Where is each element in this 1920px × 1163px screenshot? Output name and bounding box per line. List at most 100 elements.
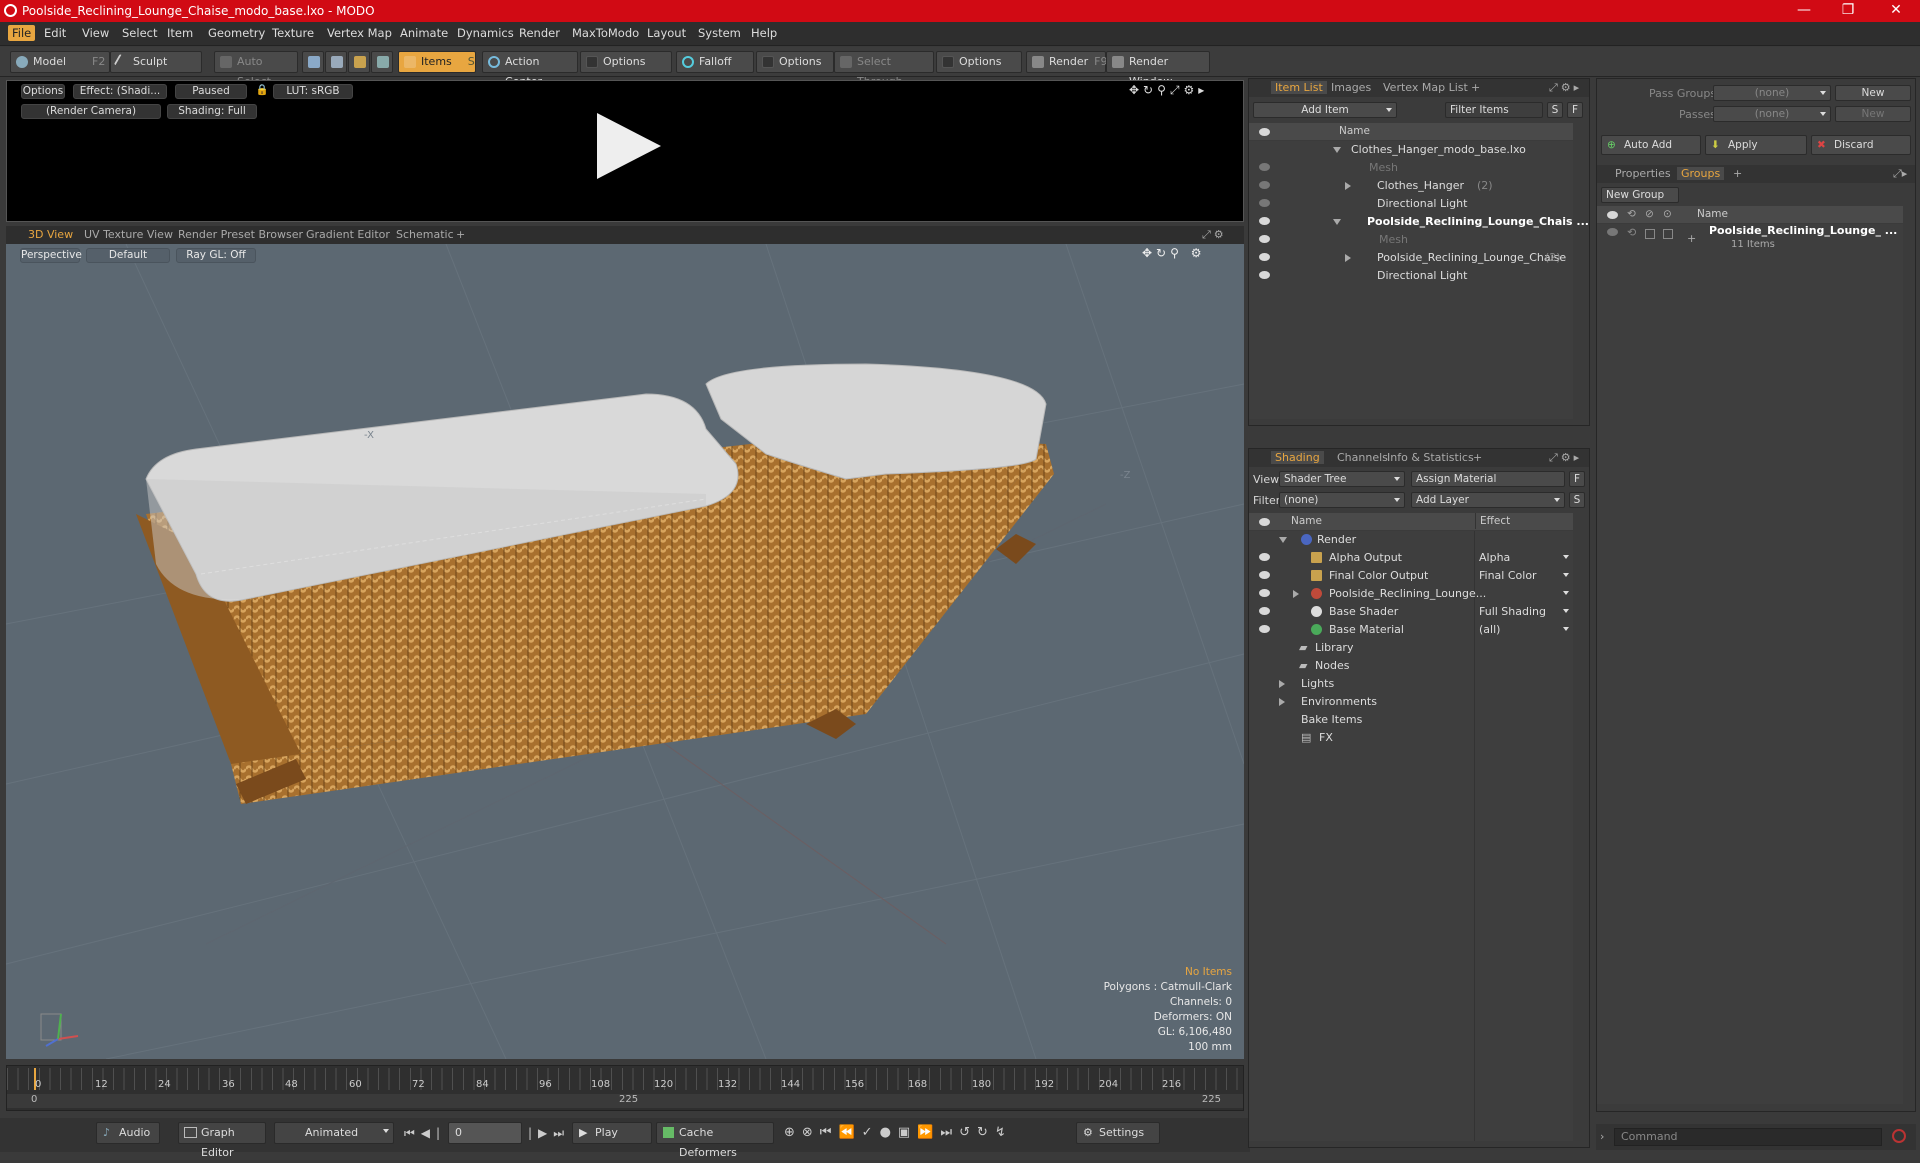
render-options-button[interactable]: Options	[21, 84, 65, 99]
tree-row-scene1[interactable]: Clothes_Hanger_modo_base.lxo	[1249, 141, 1573, 159]
tab-properties[interactable]: Properties	[1615, 167, 1671, 180]
raygl-dropdown[interactable]: Ray GL: Off	[176, 248, 256, 263]
close-button[interactable]: ✕	[1876, 2, 1916, 18]
action-center-options-button[interactable]: Options	[580, 51, 672, 73]
add-layer-s-button[interactable]: S	[1569, 492, 1585, 508]
prev-key-icons[interactable]: ⏮◀|	[404, 1126, 446, 1141]
menu-item[interactable]: Item	[167, 26, 193, 40]
timeline[interactable]: 0 12 24 36 48 60 72 84 96 108 120 132 14…	[6, 1065, 1244, 1111]
shader-row-bake-items[interactable]: Bake Items	[1249, 711, 1573, 729]
tab-images[interactable]: Images	[1331, 81, 1371, 94]
play-button[interactable]: ▶ Play	[572, 1122, 652, 1144]
tree-row-scene2[interactable]: Poolside_Reclining_Lounge_Chais ...	[1249, 213, 1589, 231]
transport-tool-icons[interactable]: ⊕⊗⏮⏪✓●▣⏩⏭↺↻↯	[784, 1125, 1013, 1140]
add-tab-button[interactable]: +	[1471, 81, 1480, 94]
play-icon[interactable]	[597, 113, 661, 179]
panel-options-icon[interactable]: ⤢⚙▸	[1549, 81, 1582, 95]
render-effect-dropdown[interactable]: Effect: (Shadi...	[73, 84, 167, 99]
tree-row-light1[interactable]: Directional Light	[1249, 195, 1573, 213]
action-center-button[interactable]: Action Center	[482, 51, 578, 88]
record-icon[interactable]	[1892, 1129, 1906, 1143]
new-group-button[interactable]: New Group	[1601, 187, 1679, 203]
shader-row-lights[interactable]: Lights	[1249, 675, 1573, 693]
expand-icon[interactable]: ⤢▸	[1893, 167, 1907, 181]
new-pass-group-button[interactable]: New	[1835, 85, 1911, 101]
tab-vertex-map-list[interactable]: Vertex Map List	[1383, 81, 1468, 94]
3d-viewport[interactable]: Perspective Default Ray GL: Off ✥↻⚲ ⚙ -X…	[6, 244, 1244, 1059]
tab-shading[interactable]: Shading	[1271, 451, 1324, 464]
shader-row-material-group[interactable]: Poolside_Reclining_Lounge...	[1249, 585, 1573, 603]
tab-schematic[interactable]: Schematic	[396, 228, 454, 241]
add-tab-button[interactable]: +	[456, 228, 465, 241]
menu-geometry[interactable]: Geometry	[208, 26, 265, 40]
tab-item-list[interactable]: Item List	[1271, 81, 1327, 94]
pass-groups-dropdown[interactable]: (none)	[1713, 85, 1831, 101]
tree-row-lounge-chaise[interactable]: Poolside_Reclining_Lounge_Chaise (2)	[1249, 249, 1573, 267]
render-paused-toggle[interactable]: Paused	[175, 84, 247, 99]
shader-row-render[interactable]: Render	[1249, 531, 1573, 549]
menu-vertex-map[interactable]: Vertex Map	[327, 26, 392, 40]
shader-row-nodes[interactable]: ▰ Nodes	[1249, 657, 1573, 675]
assign-material-button[interactable]: Assign Material	[1411, 471, 1565, 487]
tab-groups[interactable]: Groups	[1677, 167, 1725, 180]
items-mode-button[interactable]: Items S	[398, 51, 476, 73]
minimize-button[interactable]: —	[1784, 2, 1824, 18]
filter-dropdown[interactable]: (none)	[1279, 492, 1405, 508]
falloff-options-button[interactable]: Options	[756, 51, 834, 73]
add-tab-button[interactable]: +	[1473, 451, 1482, 464]
falloff-button[interactable]: Falloff	[676, 51, 754, 73]
shader-row-base-material[interactable]: Base Material (all)	[1249, 621, 1573, 639]
graph-editor-button[interactable]: Graph Editor	[178, 1122, 266, 1159]
tab-gradient-editor[interactable]: Gradient Editor	[306, 228, 390, 241]
frame-input[interactable]: 0	[448, 1122, 522, 1144]
shader-row-alpha-output[interactable]: Alpha Output Alpha	[1249, 549, 1573, 567]
menu-animate[interactable]: Animate	[400, 26, 448, 40]
viewport-nav-icons[interactable]: ✥↻⚲ ⚙	[1142, 246, 1205, 260]
shader-row-library[interactable]: ▰ Library	[1249, 639, 1573, 657]
projection-dropdown[interactable]: Perspective	[20, 248, 82, 263]
restore-button[interactable]: ❐	[1828, 2, 1868, 18]
add-tab-button[interactable]: +	[1733, 167, 1742, 180]
model-mode-button[interactable]: Model F2	[10, 51, 110, 73]
apply-button[interactable]: ⬇ Apply	[1705, 135, 1807, 155]
select-options-button[interactable]: Options	[936, 51, 1022, 73]
tab-render-preset-browser[interactable]: Render Preset Browser	[178, 228, 303, 241]
tab-uv-texture-view[interactable]: UV Texture View	[84, 228, 173, 241]
audio-button[interactable]: ♪ Audio	[96, 1122, 160, 1144]
sculpt-mode-button[interactable]: Sculpt	[110, 51, 202, 73]
shader-row-environments[interactable]: Environments	[1249, 693, 1573, 711]
filter-s-button[interactable]: S	[1547, 102, 1563, 118]
tree-row-light2[interactable]: Directional Light	[1249, 267, 1573, 285]
shader-row-final-color[interactable]: Final Color Output Final Color	[1249, 567, 1573, 585]
add-layer-dropdown[interactable]: Add Layer	[1411, 492, 1565, 508]
menu-maxtomodo[interactable]: MaxToModo	[572, 26, 639, 40]
panel-options-icon[interactable]: ⤢⚙▸	[1549, 451, 1582, 465]
menu-system[interactable]: System	[698, 26, 741, 40]
next-key-icons[interactable]: |▶⏭	[528, 1126, 570, 1141]
cache-deformers-button[interactable]: Cache Deformers	[656, 1122, 774, 1159]
materials-mode-button[interactable]	[371, 51, 393, 73]
menu-layout[interactable]: Layout	[647, 26, 686, 40]
render-preview[interactable]: Options Effect: (Shadi... Paused 🔒 LUT: …	[6, 80, 1244, 222]
add-item-dropdown[interactable]: Add Item	[1253, 102, 1397, 118]
menu-render[interactable]: Render	[519, 26, 560, 40]
style-dropdown[interactable]: Default	[86, 248, 170, 263]
tab-info-statistics[interactable]: Info & Statistics	[1387, 451, 1474, 464]
vertices-mode-button[interactable]	[302, 51, 324, 73]
settings-button[interactable]: ⚙ Settings	[1076, 1122, 1160, 1144]
tree-row-mesh1[interactable]: Mesh	[1249, 159, 1573, 177]
filter-items-input[interactable]: Filter Items	[1445, 102, 1543, 118]
menu-select[interactable]: Select	[122, 26, 157, 40]
render-button[interactable]: Render F9	[1026, 51, 1108, 73]
polygons-mode-button[interactable]	[348, 51, 370, 73]
menu-view[interactable]: View	[82, 26, 109, 40]
tab-3d-view[interactable]: 3D View	[28, 228, 73, 241]
lut-dropdown[interactable]: LUT: sRGB	[273, 84, 353, 99]
tree-row-mesh2[interactable]: Mesh	[1249, 231, 1573, 249]
auto-add-button[interactable]: ⊕ Auto Add	[1601, 135, 1701, 155]
menu-dynamics[interactable]: Dynamics	[457, 26, 514, 40]
render-window-button[interactable]: Render Window	[1106, 51, 1210, 88]
menu-texture[interactable]: Texture	[272, 26, 314, 40]
view-dropdown[interactable]: Shader Tree	[1279, 471, 1405, 487]
auto-select-button[interactable]: Auto Select	[214, 51, 298, 88]
